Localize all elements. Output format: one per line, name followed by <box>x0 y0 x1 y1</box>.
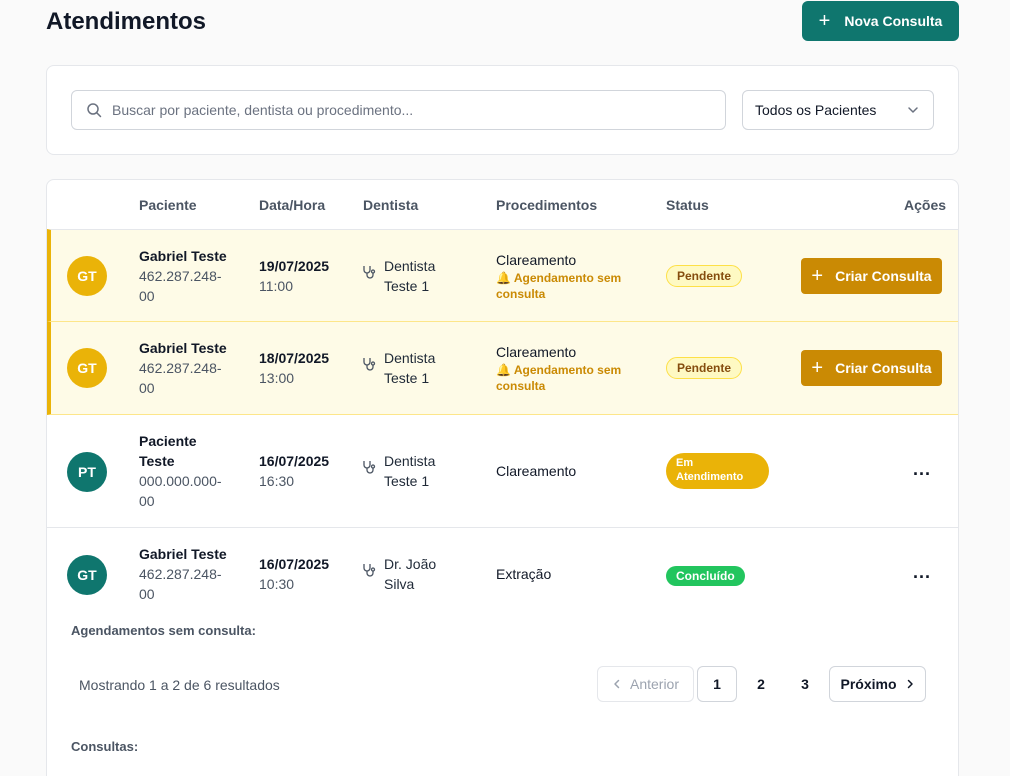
appointment-time: 16:30 <box>259 473 295 489</box>
previous-page-button[interactable]: Anterior <box>597 666 694 702</box>
procedure: Clareamento <box>496 463 577 479</box>
search-icon <box>87 103 102 118</box>
warning-text-end: consulta <box>496 379 546 393</box>
plus-icon: + <box>818 10 831 32</box>
dentist-name-end: Silva <box>384 576 415 592</box>
more-actions-icon[interactable]: ... <box>913 562 931 583</box>
patient-cpf-end: 00 <box>139 586 155 602</box>
dentist-name: Dentista <box>384 453 436 469</box>
dentist-name-end: Teste 1 <box>384 473 430 489</box>
stethoscope-icon <box>363 358 376 371</box>
appointment-time: 11:00 <box>259 278 293 294</box>
warning-text: Agendamento sem <box>513 271 622 285</box>
create-consultation-button[interactable]: + Criar Consulta <box>801 350 942 386</box>
unscheduled-section-label: Agendamentos sem consulta: <box>71 623 256 638</box>
avatar: GT <box>67 256 107 296</box>
stethoscope-icon <box>363 266 376 279</box>
procedure: Clareamento <box>496 344 577 360</box>
new-consultation-button[interactable]: + Nova Consulta <box>802 1 959 41</box>
column-header-actions: Ações <box>904 197 947 213</box>
table-row: PT Paciente Teste 000.000.000- 00 16/07/… <box>47 415 958 528</box>
appointment-time: 10:30 <box>259 576 295 592</box>
status-badge: Pendente <box>666 265 743 287</box>
avatar: GT <box>67 348 107 388</box>
stethoscope-icon <box>363 461 376 474</box>
patient-cpf: 462.287.248- <box>139 566 222 582</box>
warning-text-end: consulta <box>496 287 546 301</box>
stethoscope-icon <box>363 564 376 577</box>
create-consultation-label: Criar Consulta <box>835 268 932 284</box>
patient-cpf: 000.000.000- <box>139 473 222 489</box>
appointment-time: 13:00 <box>259 370 295 386</box>
bell-icon: 🔔 <box>496 363 511 377</box>
dentist-name: Dr. João <box>384 556 437 572</box>
table-row: GT Gabriel Teste 462.287.248- 00 19/07/2… <box>47 229 958 322</box>
page-button-2[interactable]: 2 <box>741 666 781 702</box>
patient-cpf-end: 00 <box>139 288 155 304</box>
patient-name: Gabriel Teste <box>139 248 227 264</box>
appointment-date: 18/07/2025 <box>259 350 330 366</box>
appointments-table: Paciente Data/Hora Dentista Procedimento… <box>46 179 959 776</box>
consultations-section-label: Consultas: <box>71 739 139 754</box>
patient-name: Gabriel Teste <box>139 546 227 562</box>
patient-cpf-end: 00 <box>139 380 155 396</box>
status-badge: Concluído <box>666 566 745 586</box>
procedure: Clareamento <box>496 252 577 268</box>
plus-icon: + <box>811 265 824 287</box>
appointment-date: 19/07/2025 <box>259 258 330 274</box>
page-button-1[interactable]: 1 <box>697 666 737 702</box>
search-input[interactable] <box>112 102 712 118</box>
new-consultation-label: Nova Consulta <box>844 13 943 29</box>
bell-icon: 🔔 <box>496 271 511 285</box>
avatar: PT <box>67 452 107 492</box>
page-title: Atendimentos <box>46 8 207 35</box>
status-line: Em <box>676 457 694 469</box>
status-badge: Pendente <box>666 357 743 379</box>
appointment-date: 16/07/2025 <box>259 453 330 469</box>
column-header-status: Status <box>666 197 709 213</box>
procedure: Extração <box>496 566 552 582</box>
warning-text: Agendamento sem <box>513 363 622 377</box>
patient-cpf: 462.287.248- <box>139 268 222 284</box>
column-header-procedures: Procedimentos <box>496 197 598 213</box>
table-row: GT Gabriel Teste 462.287.248- 00 16/07/2… <box>47 528 958 608</box>
dentist-name-end: Teste 1 <box>384 278 430 294</box>
next-page-label: Próximo <box>840 676 897 692</box>
patient-filter-value: Todos os Pacientes <box>755 102 877 118</box>
chevron-left-icon <box>614 679 620 689</box>
page-button-3[interactable]: 3 <box>785 666 825 702</box>
status-badge: Em Atendimento <box>666 453 769 489</box>
status-line-end: Atendimento <box>676 471 744 483</box>
patient-name-end: Teste <box>139 453 175 469</box>
previous-page-label: Anterior <box>629 676 680 692</box>
column-header-datetime: Data/Hora <box>259 197 326 213</box>
dentist-name: Dentista <box>384 350 436 366</box>
filter-card: Todos os Pacientes <box>46 65 959 155</box>
next-page-button[interactable]: Próximo <box>829 666 926 702</box>
patient-filter-select[interactable]: Todos os Pacientes <box>742 90 934 130</box>
chevron-down-icon <box>908 107 918 113</box>
patient-name: Gabriel Teste <box>139 340 227 356</box>
column-header-dentist: Dentista <box>363 197 419 213</box>
appointment-date: 16/07/2025 <box>259 556 330 572</box>
create-consultation-label: Criar Consulta <box>835 360 932 376</box>
patient-cpf-end: 00 <box>139 493 155 509</box>
dentist-name-end: Teste 1 <box>384 370 430 386</box>
plus-icon: + <box>811 357 824 379</box>
create-consultation-button[interactable]: + Criar Consulta <box>801 258 942 294</box>
patient-name: Paciente <box>139 433 197 449</box>
chevron-right-icon <box>907 679 913 689</box>
more-actions-icon[interactable]: ... <box>913 459 931 480</box>
patient-cpf: 462.287.248- <box>139 360 222 376</box>
table-row: GT Gabriel Teste 462.287.248- 00 18/07/2… <box>47 322 958 415</box>
avatar: GT <box>67 555 107 595</box>
dentist-name: Dentista <box>384 258 436 274</box>
column-header-patient: Paciente <box>139 197 197 213</box>
search-box[interactable] <box>71 90 726 130</box>
results-count: Mostrando 1 a 2 de 6 resultados <box>79 677 280 693</box>
